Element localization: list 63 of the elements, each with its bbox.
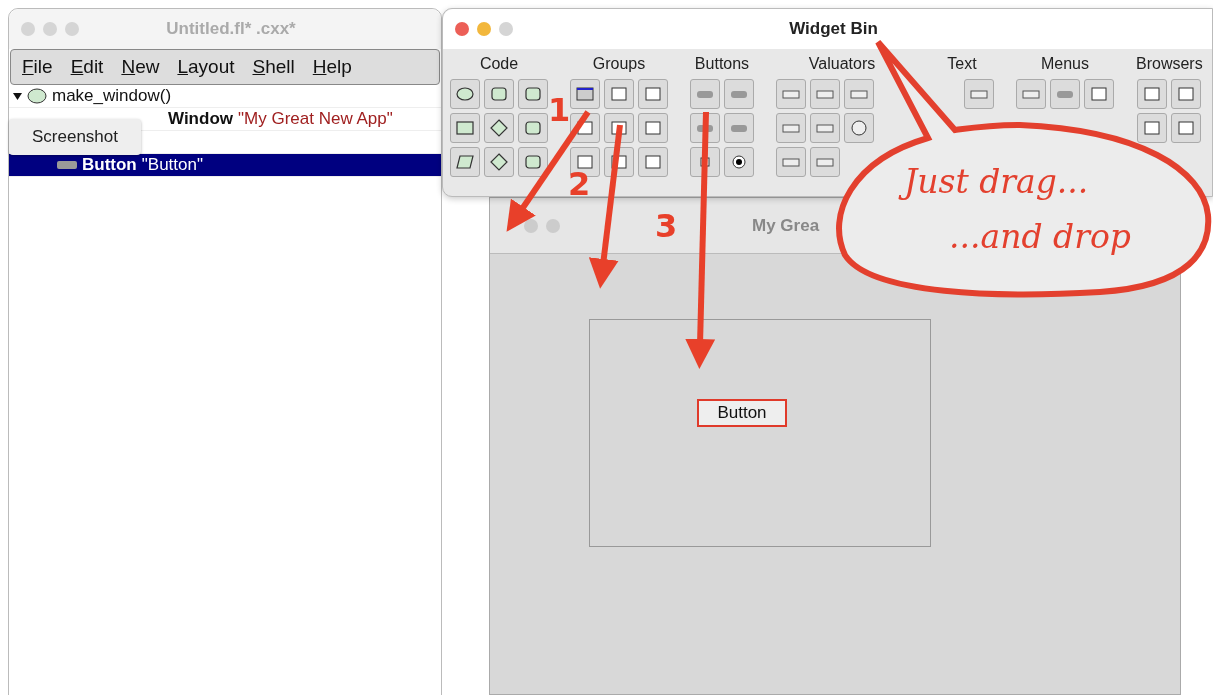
widget-tool[interactable] [570, 79, 600, 109]
node-label: Window [168, 109, 233, 129]
oval-icon [27, 88, 47, 104]
group-label: Text [947, 55, 977, 73]
menu-item[interactable]: New [114, 56, 167, 78]
minimize-icon[interactable] [524, 218, 538, 233]
node-value: "My Great New App" [238, 109, 393, 129]
widget-icon [609, 84, 629, 104]
widget-icon [523, 152, 543, 172]
minimize-icon[interactable] [477, 22, 491, 36]
node-label: Button [82, 155, 137, 175]
menu-item[interactable]: Help [305, 56, 359, 78]
widget-icon [849, 118, 869, 138]
group-label: Valuators [808, 55, 876, 73]
widget-icon [455, 152, 475, 172]
step-number: 3 [655, 210, 678, 242]
widget-tool[interactable] [484, 113, 514, 143]
step-number: 1 [548, 94, 571, 126]
menu-item[interactable]: Shell [245, 56, 302, 78]
group-label: Groups [592, 55, 646, 73]
group-label: Buttons [694, 55, 750, 73]
group-label: Menus [1041, 55, 1089, 73]
widget-icon [489, 84, 509, 104]
widget-icon [455, 118, 475, 138]
close-icon[interactable] [455, 22, 469, 36]
widget-icon [523, 118, 543, 138]
widget-icon [643, 118, 663, 138]
widget-icon [643, 84, 663, 104]
bubble-text: ...and drop [948, 216, 1132, 258]
widget-icon [1176, 84, 1197, 104]
bubble-text: Just drag... [900, 160, 1093, 205]
step-number: 2 [568, 168, 591, 200]
tree-row[interactable]: make_window() [9, 85, 441, 108]
window-title: My Grea [752, 215, 820, 236]
window-title: Widget Bin [788, 19, 879, 39]
menu-item[interactable]: Layout [170, 56, 242, 78]
tooltip: Screenshot [9, 119, 141, 155]
widget-icon [1142, 84, 1163, 104]
widget-icon [643, 152, 663, 172]
widget-tool[interactable] [450, 79, 480, 109]
widget-icon [575, 152, 595, 172]
widget-icon [575, 84, 595, 104]
menu-item[interactable]: Edit [63, 56, 111, 78]
group-label: Browsers [1136, 55, 1203, 73]
widget-icon [489, 118, 509, 138]
app-button[interactable]: Button [697, 399, 787, 427]
widget-icon [455, 84, 475, 104]
node-value: "Button" [141, 155, 203, 175]
menu-item[interactable]: File [15, 56, 60, 78]
expanded-triangle-icon[interactable] [13, 91, 22, 101]
widget-icon [729, 152, 749, 172]
widget-icon [1142, 118, 1163, 138]
widget-icon [523, 84, 543, 104]
button-icon [57, 160, 77, 170]
widget-tool[interactable] [724, 147, 754, 177]
node-label: make_window() [52, 86, 172, 106]
window-title: Untitled.fl* .cxx* [165, 19, 297, 39]
widget-icon [1176, 118, 1197, 138]
group-label: Code [479, 55, 519, 73]
widget-icon [1089, 84, 1109, 104]
widget-icon [489, 152, 509, 172]
tree-row[interactable]: Button "Button" [9, 154, 441, 177]
widget-tool[interactable] [484, 147, 514, 177]
